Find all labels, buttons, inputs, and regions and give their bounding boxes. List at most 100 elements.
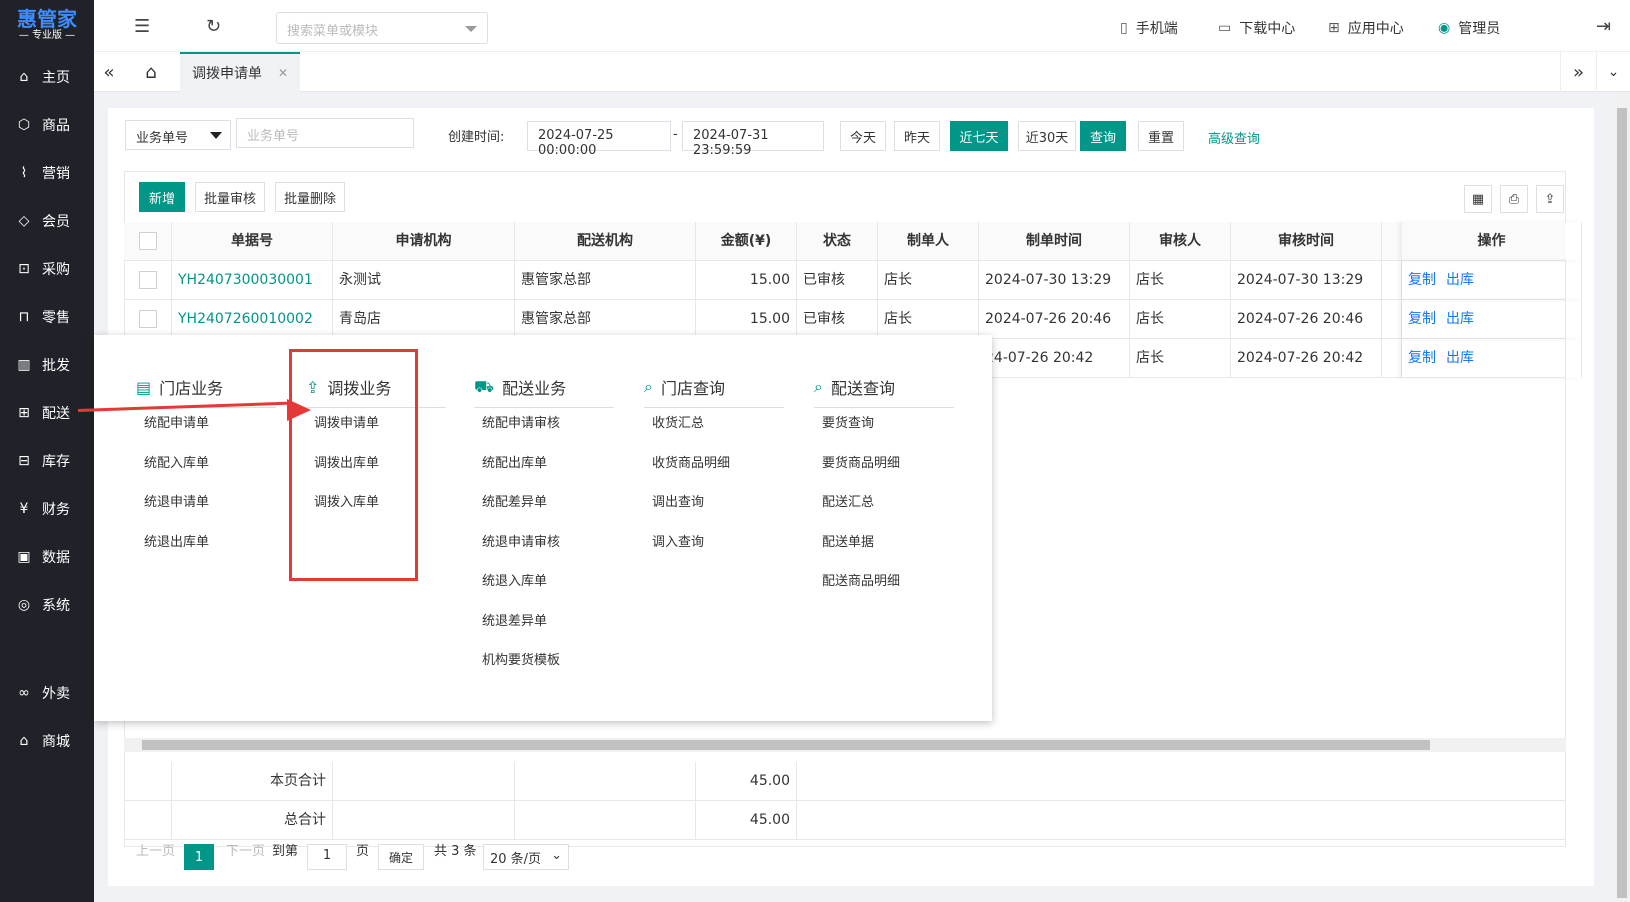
filter-type-select[interactable]: 业务单号 — [125, 120, 231, 150]
sidebar-item-1[interactable]: ⬡ 商品 — [0, 105, 94, 145]
outbound-link[interactable]: 出库 — [1446, 350, 1474, 366]
query-button[interactable]: 查询 — [1080, 121, 1126, 151]
sidebar-item-5[interactable]: ⊓ 零售 — [0, 297, 94, 337]
copy-link[interactable]: 复制 — [1408, 272, 1436, 288]
row-select-cell[interactable] — [124, 300, 172, 339]
select-all-cell[interactable] — [124, 222, 172, 261]
doc-no-input[interactable]: 业务单号 — [236, 118, 414, 148]
menu-item[interactable]: 统配出库单 — [482, 452, 547, 471]
yesterday-button[interactable]: 昨天 — [894, 121, 940, 151]
sidebar-item-6[interactable]: ▥ 批发 — [0, 345, 94, 385]
scrollbar-thumb[interactable] — [1617, 108, 1627, 898]
menu-item[interactable]: 统退申请单 — [144, 491, 209, 510]
tabs-right-arrow-icon[interactable]: » — [1560, 52, 1596, 92]
menu-item[interactable]: 统配申请单 — [144, 412, 209, 431]
home-tab-icon[interactable]: ⌂ — [136, 52, 166, 92]
sidebar-item-0[interactable]: ⌂ 主页 — [0, 57, 94, 97]
row-checkbox[interactable] — [138, 271, 157, 289]
grand-total-amount: 45.00 — [696, 801, 797, 840]
export-icon[interactable]: ⇪ — [1536, 185, 1564, 213]
columns-icon[interactable]: ▦ — [1464, 185, 1492, 213]
menu-search-select[interactable]: 搜索菜单或模块 — [276, 12, 488, 44]
advanced-query-link[interactable]: 高级查询 — [1208, 128, 1260, 147]
close-tab-icon[interactable]: ✕ — [278, 66, 288, 80]
sidebar-item-13[interactable]: ⌂ 商城 — [0, 721, 94, 761]
mobile-link[interactable]: ▯ 手机端 — [1120, 18, 1178, 38]
sidebar-item-7[interactable]: ⊞ 配送 — [0, 393, 94, 433]
horizontal-scrollbar[interactable] — [124, 738, 1566, 752]
sidebar-item-2[interactable]: ⌇ 营销 — [0, 153, 94, 193]
scrollbar-thumb[interactable] — [142, 740, 1430, 750]
menu-item[interactable]: 收货汇总 — [652, 412, 704, 431]
next-page-button[interactable]: 下一页 — [226, 840, 265, 859]
copy-link[interactable]: 复制 — [1408, 350, 1436, 366]
last-30-days-button[interactable]: 近30天 — [1018, 121, 1076, 151]
menu-item[interactable]: 统退申请审核 — [482, 531, 560, 550]
created-time-label: 创建时间: — [448, 130, 505, 145]
batch-audit-button[interactable]: 批量审核 — [195, 182, 265, 212]
menu-item[interactable]: 统配入库单 — [144, 452, 209, 471]
copy-link[interactable]: 复制 — [1408, 311, 1436, 327]
tabs-dropdown-icon[interactable]: ⌄ — [1596, 52, 1630, 92]
last-7-days-button[interactable]: 近七天 — [950, 121, 1008, 151]
table-row[interactable]: YH2407300030001 永测试 惠管家总部 15.00 已审核 店长 2024-07… — [124, 261, 1582, 300]
sidebar-item-9[interactable]: ¥ 财务 — [0, 489, 94, 529]
end-date-input[interactable]: 2024-07-31 23:59:59 — [682, 121, 824, 158]
sidebar-item-8[interactable]: ⊟ 库存 — [0, 441, 94, 481]
sidebar-item-11[interactable]: ◎ 系统 — [0, 585, 94, 625]
sidebar-item-12[interactable]: ∞ 外卖 — [0, 673, 94, 713]
tabs-left-arrow-icon[interactable]: « — [94, 52, 124, 92]
menu-item[interactable]: 要货查询 — [822, 412, 874, 431]
table-row[interactable]: YH2407260010002 青岛店 惠管家总部 15.00 已审核 店长 2024-07… — [124, 300, 1582, 339]
sidebar-item-4[interactable]: ⊡ 采购 — [0, 249, 94, 289]
menu-item[interactable]: 统退出库单 — [144, 531, 209, 550]
page-number-input[interactable]: 1 — [307, 844, 347, 870]
user-menu[interactable]: ◉ 管理员 — [1438, 18, 1500, 38]
menu-item[interactable]: 统配差异单 — [482, 491, 547, 510]
menu-item[interactable]: 统退差异单 — [482, 610, 547, 629]
print-icon[interactable]: ⎙ — [1500, 185, 1528, 213]
logout-icon[interactable]: ⇥ — [1596, 16, 1611, 37]
menu-item[interactable]: 机构要货模板 — [482, 649, 560, 668]
start-date-input[interactable]: 2024-07-25 00:00:00 — [527, 121, 671, 158]
outbound-link[interactable]: 出库 — [1446, 272, 1474, 288]
column-header[interactable]: 金额(¥) — [696, 222, 797, 261]
tab-transfer-request[interactable]: 调拨申请单 ✕ — [180, 52, 300, 92]
menu-item[interactable]: 统退入库单 — [482, 570, 547, 589]
logo[interactable]: 惠管家 — 专业版 — — [0, 0, 94, 50]
chevron-down-icon: ⌄ — [551, 848, 562, 863]
column-header: 操作 — [1402, 222, 1582, 261]
page-size-select[interactable]: 20 条/页 ⌄ — [483, 844, 569, 870]
download-center-link[interactable]: ▭ 下载中心 — [1218, 18, 1295, 38]
menu-item[interactable]: 调入查询 — [652, 531, 704, 550]
sidebar-item-10[interactable]: ▣ 数据 — [0, 537, 94, 577]
menu-item[interactable]: 调出查询 — [652, 491, 704, 510]
logo-text: 惠管家 — [17, 7, 77, 31]
page-total-amount: 45.00 — [696, 762, 797, 801]
menu-item[interactable]: 要货商品明细 — [822, 452, 900, 471]
doc-no-link[interactable]: YH2407260010002 — [172, 300, 333, 339]
page-1-button[interactable]: 1 — [184, 844, 214, 870]
vertical-scrollbar[interactable] — [1614, 92, 1630, 902]
sidebar-item-3[interactable]: ◇ 会员 — [0, 201, 94, 241]
add-button[interactable]: 新增 — [139, 182, 185, 212]
refresh-icon[interactable]: ↻ — [206, 16, 221, 37]
store-box-icon: ▤ — [136, 377, 152, 397]
batch-delete-button[interactable]: 批量删除 — [275, 182, 345, 212]
reset-button[interactable]: 重置 — [1138, 121, 1184, 151]
select-all-checkbox[interactable] — [138, 232, 157, 250]
menu-item[interactable]: 收货商品明细 — [652, 452, 730, 471]
row-select-cell[interactable] — [124, 261, 172, 300]
app-center-link[interactable]: ⊞ 应用中心 — [1328, 18, 1404, 38]
doc-no-link[interactable]: YH2407300030001 — [172, 261, 333, 300]
menu-item[interactable]: 配送商品明细 — [822, 570, 900, 589]
goto-confirm-button[interactable]: 确定 — [378, 844, 424, 870]
prev-page-button[interactable]: 上一页 — [136, 840, 175, 859]
today-button[interactable]: 今天 — [840, 121, 886, 151]
menu-item[interactable]: 统配申请审核 — [482, 412, 560, 431]
outbound-link[interactable]: 出库 — [1446, 311, 1474, 327]
menu-item[interactable]: 配送单据 — [822, 531, 874, 550]
menu-item[interactable]: 配送汇总 — [822, 491, 874, 510]
row-checkbox[interactable] — [138, 310, 157, 328]
menu-collapse-icon[interactable]: ☰ — [134, 16, 150, 37]
